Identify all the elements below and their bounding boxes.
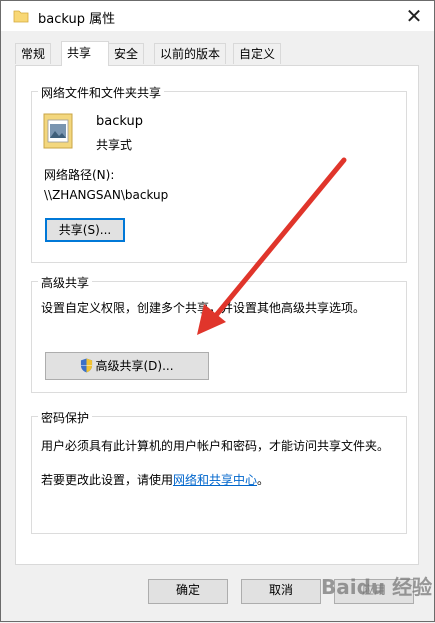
advanced-sharing-button-label: 高级共享(D)...	[95, 359, 174, 373]
change-setting-suffix: 。	[257, 473, 270, 487]
watermark: Baidu 经验	[321, 575, 433, 599]
share-status: 共享式	[96, 138, 133, 152]
advanced-sharing-group: 高级共享 设置自定义权限，创建多个共享，并设置其他高级共享选项。 高级共享(D)…	[31, 274, 407, 393]
close-icon[interactable]: ✕	[402, 4, 426, 28]
ok-button[interactable]: 确定	[148, 579, 228, 604]
advanced-sharing-button[interactable]: 高级共享(D)...	[45, 352, 209, 380]
tab-general[interactable]: 常规	[15, 43, 52, 64]
password-protection-group: 密码保护 用户必须具有此计算机的用户帐户和密码，才能访问共享文件夹。 若要更改此…	[31, 409, 407, 534]
share-button[interactable]: 共享(S)...	[45, 218, 125, 242]
tab-security[interactable]: 安全	[108, 43, 145, 64]
advanced-sharing-description: 设置自定义权限，创建多个共享，并设置其他高级共享选项。	[41, 301, 366, 315]
folder-icon	[43, 113, 73, 149]
window-title: backup 属性	[38, 12, 116, 27]
group-title: 密码保护	[38, 409, 93, 426]
network-sharing-group: 网络文件和文件夹共享 backup 共享式 网络路径(N): \\ZHANGSA…	[31, 84, 407, 263]
change-setting-text: 若要更改此设置，请使用网络和共享中心。	[41, 471, 269, 488]
password-protection-description: 用户必须具有此计算机的用户帐户和密码，才能访问共享文件夹。	[41, 439, 390, 453]
cancel-button[interactable]: 取消	[241, 579, 321, 604]
group-title: 高级共享	[38, 274, 93, 291]
sharing-panel: 网络文件和文件夹共享 backup 共享式 网络路径(N): \\ZHANGSA…	[15, 65, 419, 565]
network-path-value: \\ZHANGSAN\backup	[44, 188, 169, 202]
change-setting-prefix: 若要更改此设置，请使用	[41, 473, 174, 487]
uac-shield-icon	[81, 358, 93, 373]
group-title: 网络文件和文件夹共享	[38, 84, 165, 101]
folder-icon	[13, 10, 29, 23]
title-bar: backup 属性 ✕	[1, 1, 434, 31]
tab-previous-versions[interactable]: 以前的版本	[154, 43, 227, 64]
properties-dialog: backup 属性 ✕ 常规 共享 安全 以前的版本 自定义 网络文件和文件夹共…	[0, 0, 435, 622]
network-sharing-center-link[interactable]: 网络和共享中心	[173, 473, 257, 487]
tab-customize[interactable]: 自定义	[233, 43, 282, 64]
tab-sharing[interactable]: 共享	[61, 41, 109, 66]
network-path-label: 网络路径(N):	[44, 168, 115, 182]
folder-name: backup	[96, 114, 143, 129]
